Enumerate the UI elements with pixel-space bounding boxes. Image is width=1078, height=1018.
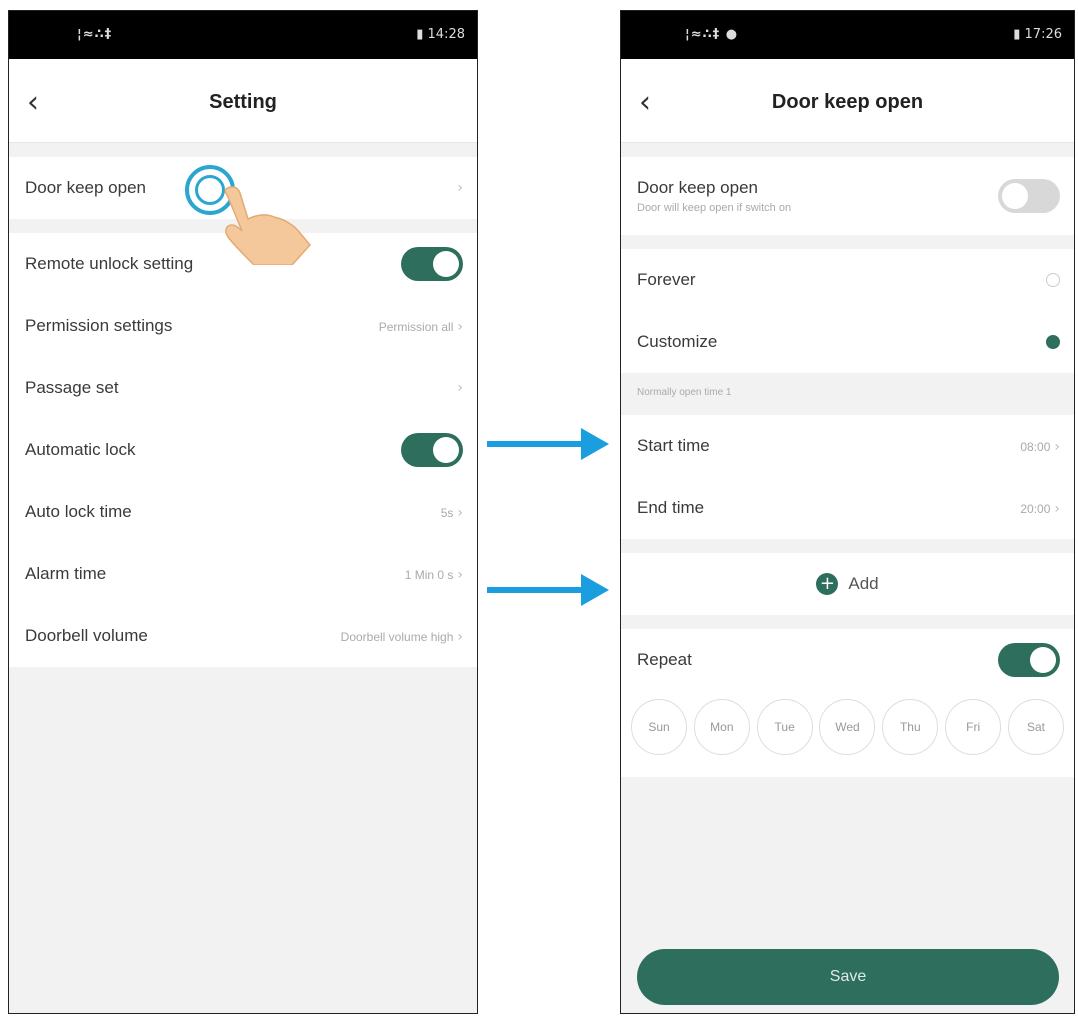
- settings-group: Remote unlock setting Permission setting…: [9, 233, 477, 667]
- row-label: Door keep open: [637, 178, 758, 197]
- chevron-right-icon: ›: [1054, 439, 1060, 455]
- row-label: Auto lock time: [25, 502, 132, 521]
- row-value: 1 Min 0 s: [404, 568, 454, 582]
- row-label: Remote unlock setting: [25, 254, 194, 273]
- row-value: 08:00: [1020, 440, 1051, 454]
- toggle-knob: [433, 437, 459, 463]
- row-alarm-time[interactable]: Alarm time 1 Min 0 s ›: [9, 543, 477, 605]
- door-keep-open-screen: ¦≈∴‡ ● ▮ 17:26 ‹ Door keep open Door kee…: [620, 10, 1075, 1014]
- add-group: + Add: [621, 553, 1074, 615]
- row-label: Automatic lock: [25, 440, 136, 459]
- automatic-lock-toggle[interactable]: [401, 433, 463, 467]
- row-label: Permission settings: [25, 316, 173, 335]
- day-fri[interactable]: Fri: [945, 699, 1002, 755]
- plus-circle-icon: +: [816, 573, 839, 595]
- row-passage-set[interactable]: Passage set ›: [9, 357, 477, 419]
- forever-radio[interactable]: [1046, 273, 1060, 287]
- row-forever[interactable]: Forever: [621, 249, 1074, 311]
- normally-open-note: Normally open time 1: [621, 373, 1074, 415]
- row-label: Forever: [637, 270, 696, 289]
- row-label: Alarm time: [25, 564, 107, 583]
- remote-unlock-toggle[interactable]: [401, 247, 463, 281]
- repeat-toggle[interactable]: [998, 643, 1060, 677]
- chevron-right-icon: ›: [457, 319, 463, 335]
- chevron-right-icon: ›: [457, 629, 463, 645]
- day-sun[interactable]: Sun: [631, 699, 687, 755]
- repeat-group: Repeat Sun Mon Tue Wed Thu Fri Sat: [621, 629, 1074, 777]
- time-group: Start time 08:00 › End time 20:00 ›: [621, 415, 1074, 539]
- row-auto-lock-time[interactable]: Auto lock time 5s ›: [9, 481, 477, 543]
- add-button[interactable]: + Add: [621, 553, 1074, 615]
- nav-bar: ‹ Door keep open: [621, 59, 1074, 143]
- chevron-right-icon: ›: [457, 505, 463, 521]
- row-label: Start time: [637, 436, 710, 455]
- battery-time: ▮ 17:26: [1013, 27, 1062, 42]
- day-sat[interactable]: Sat: [1007, 699, 1064, 755]
- status-bar: ¦≈∴‡ ● ▮ 17:26: [621, 11, 1074, 59]
- chevron-right-icon: ›: [1054, 501, 1060, 517]
- row-start-time[interactable]: Start time 08:00 ›: [621, 415, 1074, 477]
- add-label: Add: [848, 574, 879, 593]
- toggle-knob: [433, 251, 459, 277]
- day-wed[interactable]: Wed: [819, 699, 876, 755]
- row-end-time[interactable]: End time 20:00 ›: [621, 477, 1074, 539]
- signal-indicator: ¦≈∴‡ ●: [685, 27, 739, 42]
- row-repeat[interactable]: Repeat: [621, 629, 1074, 691]
- row-automatic-lock[interactable]: Automatic lock: [9, 419, 477, 481]
- signal-indicator: ¦≈∴‡: [77, 27, 113, 42]
- row-customize[interactable]: Customize: [621, 311, 1074, 373]
- customize-radio[interactable]: [1046, 335, 1060, 349]
- door-keep-open-group: Door keep open ›: [9, 157, 477, 265]
- row-label: Door keep open: [25, 178, 146, 197]
- row-label: Customize: [637, 332, 718, 351]
- weekday-selector: Sun Mon Tue Wed Thu Fri Sat: [621, 691, 1074, 777]
- page-title: Setting: [209, 91, 277, 113]
- toggle-knob: [1002, 183, 1028, 209]
- battery-time: ▮ 14:28: [416, 27, 465, 42]
- chevron-right-icon: ›: [457, 180, 463, 196]
- row-value: 20:00: [1020, 502, 1051, 516]
- chevron-right-icon: ›: [457, 380, 463, 396]
- keep-open-group: Door keep open Door will keep open if sw…: [621, 157, 1074, 235]
- row-subtitle: Door will keep open if switch on: [637, 202, 792, 214]
- toggle-knob: [1030, 647, 1056, 673]
- row-label: Doorbell volume: [25, 626, 148, 645]
- row-label: Passage set: [25, 378, 119, 397]
- row-label: Repeat: [637, 650, 692, 669]
- setting-screen: ¦≈∴‡ ▮ 14:28 ‹ Setting Door keep open › …: [8, 10, 478, 1014]
- row-doorbell-volume[interactable]: Doorbell volume Doorbell volume high ›: [9, 605, 477, 667]
- status-bar: ¦≈∴‡ ▮ 14:28: [9, 11, 477, 59]
- row-value: Permission all: [378, 320, 454, 334]
- row-value: Doorbell volume high: [340, 630, 454, 644]
- row-value: 5s: [440, 506, 454, 520]
- row-permission-settings[interactable]: Permission settings Permission all ›: [9, 295, 477, 357]
- page-title: Door keep open: [771, 91, 924, 113]
- day-mon[interactable]: Mon: [693, 699, 750, 755]
- day-tue[interactable]: Tue: [756, 699, 813, 755]
- row-remote-unlock[interactable]: Remote unlock setting: [9, 233, 477, 295]
- save-button[interactable]: Save: [637, 949, 1059, 1005]
- chevron-right-icon: ›: [457, 567, 463, 583]
- nav-bar: ‹ Setting: [9, 59, 477, 143]
- day-thu[interactable]: Thu: [882, 699, 939, 755]
- arrow-right-icon: [487, 428, 609, 460]
- mode-group: Forever Customize: [621, 249, 1074, 373]
- row-door-keep-open[interactable]: Door keep open ›: [9, 157, 477, 265]
- door-keep-open-toggle[interactable]: [998, 179, 1060, 213]
- arrow-right-icon: [487, 574, 609, 606]
- row-door-keep-open[interactable]: Door keep open Door will keep open if sw…: [621, 157, 1074, 235]
- row-label: End time: [637, 498, 705, 517]
